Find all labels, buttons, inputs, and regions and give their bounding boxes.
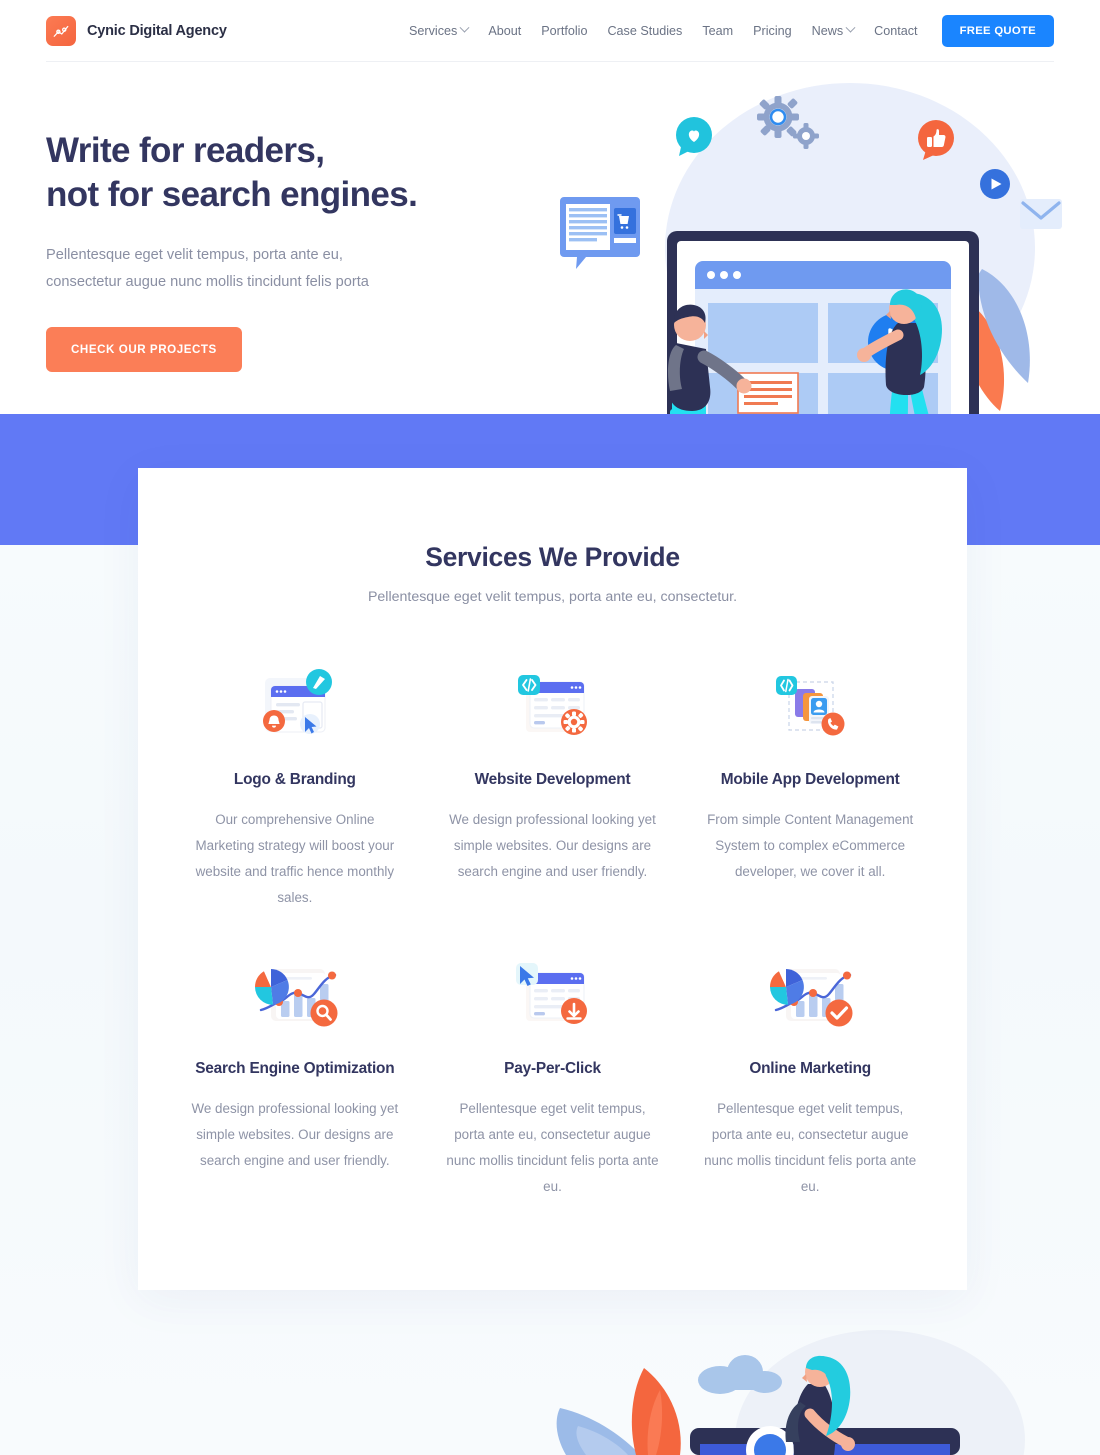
hero-title-line-1: Write for readers, bbox=[46, 131, 325, 170]
service-title: Website Development bbox=[474, 771, 631, 788]
nav-label: Portfolio bbox=[541, 23, 588, 38]
hero-copy: Write for readers, not for search engine… bbox=[46, 129, 516, 373]
branding-browser-window-icon bbox=[184, 653, 406, 761]
nav-item-about[interactable]: About bbox=[478, 24, 531, 38]
service-card-mobile-app-development[interactable]: Mobile App Development From simple Conte… bbox=[681, 641, 939, 930]
chart-line-nodes-icon bbox=[46, 15, 76, 46]
check-our-projects-button[interactable]: CHECK OUR PROJECTS bbox=[46, 327, 242, 373]
nav-item-portfolio[interactable]: Portfolio bbox=[531, 24, 597, 38]
nav-label: Pricing bbox=[753, 23, 792, 38]
services-section: Services We Provide Pellentesque eget ve… bbox=[138, 468, 967, 1290]
service-title: Online Marketing bbox=[749, 1059, 871, 1077]
analytics-magnifier-icon bbox=[184, 942, 406, 1050]
service-card-website-development[interactable]: Website Development We design profession… bbox=[424, 641, 682, 930]
service-title: Search Engine Optimization bbox=[195, 1059, 395, 1077]
site-header: Cynic Digital Agency Services About Port… bbox=[0, 0, 1100, 61]
nav-label: News bbox=[811, 23, 844, 38]
nav-label: Case Studies bbox=[607, 23, 683, 38]
brand-name: Cynic Digital Agency bbox=[87, 22, 227, 39]
service-description: Pellentesque eget velit tempus, porta an… bbox=[704, 1100, 917, 1194]
nav-item-contact[interactable]: Contact bbox=[864, 24, 927, 38]
hero-title-line-2: not for search engines. bbox=[46, 175, 418, 215]
footer-illustration bbox=[0, 1320, 1100, 1455]
header-divider bbox=[46, 61, 1054, 62]
main-navigation: Services About Portfolio Case Studies Te… bbox=[399, 14, 1054, 47]
header-inner: Cynic Digital Agency Services About Port… bbox=[0, 14, 1100, 47]
services-header: Services We Provide Pellentesque eget ve… bbox=[138, 468, 967, 605]
hero-title: Write for readers, not for search engine… bbox=[46, 129, 516, 217]
nav-item-team[interactable]: Team bbox=[692, 24, 743, 38]
landing-page: Cynic Digital Agency Services About Port… bbox=[0, 0, 1100, 1455]
nav-item-news[interactable]: News bbox=[802, 22, 865, 38]
hero-subtitle-line-1: Pellentesque eget velit tempus, porta an… bbox=[46, 247, 343, 264]
section-title: Services We Provide bbox=[425, 542, 680, 572]
hero-subtitle-line-2: consectetur augue nunc mollis tincidunt … bbox=[46, 274, 369, 291]
nav-label: Team bbox=[702, 23, 734, 38]
brand-logo-link[interactable]: Cynic Digital Agency bbox=[46, 15, 227, 46]
mobile-app-cards-icon bbox=[699, 653, 921, 761]
code-browser-gear-icon bbox=[442, 653, 664, 761]
hero-subtitle: Pellentesque eget velit tempus, porta an… bbox=[46, 242, 516, 296]
hero-illustration bbox=[550, 73, 1090, 491]
service-description: We design professional looking yet simpl… bbox=[449, 812, 656, 880]
chevron-down-icon bbox=[459, 22, 470, 33]
section-subtitle: Pellentesque eget velit tempus, porta an… bbox=[367, 589, 738, 605]
service-card-online-marketing[interactable]: Online Marketing Pellentesque eget velit… bbox=[681, 930, 939, 1219]
chevron-down-icon bbox=[845, 22, 856, 33]
hero-section: Write for readers, not for search engine… bbox=[0, 61, 1100, 491]
nav-label: Contact bbox=[874, 23, 918, 38]
service-description: Pellentesque eget velit tempus, porta an… bbox=[446, 1100, 659, 1194]
analytics-check-icon bbox=[699, 942, 921, 1050]
service-title: Logo & Branding bbox=[233, 771, 356, 788]
nav-item-case-studies[interactable]: Case Studies bbox=[597, 24, 692, 38]
free-quote-button[interactable]: FREE QUOTE bbox=[941, 14, 1054, 47]
cursor-click-browser-icon bbox=[442, 942, 664, 1050]
service-description: Our comprehensive Online Marketing strat… bbox=[195, 812, 395, 906]
nav-item-services[interactable]: Services bbox=[399, 22, 478, 38]
nav-item-pricing[interactable]: Pricing bbox=[743, 24, 802, 38]
service-title: Mobile App Development bbox=[720, 771, 900, 788]
service-card-logo-branding[interactable]: Logo & Branding Our comprehensive Online… bbox=[166, 641, 424, 930]
services-grid: Logo & Branding Our comprehensive Online… bbox=[138, 641, 967, 1218]
service-title: Pay-Per-Click bbox=[504, 1059, 601, 1077]
nav-label: About bbox=[488, 23, 522, 38]
service-card-seo[interactable]: Search Engine Optimization We design pro… bbox=[166, 930, 424, 1219]
service-description: We design professional looking yet simpl… bbox=[191, 1100, 399, 1168]
service-card-pay-per-click[interactable]: Pay-Per-Click Pellentesque eget velit te… bbox=[424, 930, 682, 1219]
nav-label: Services bbox=[409, 23, 458, 38]
service-description: From simple Content Management System to… bbox=[707, 812, 914, 880]
